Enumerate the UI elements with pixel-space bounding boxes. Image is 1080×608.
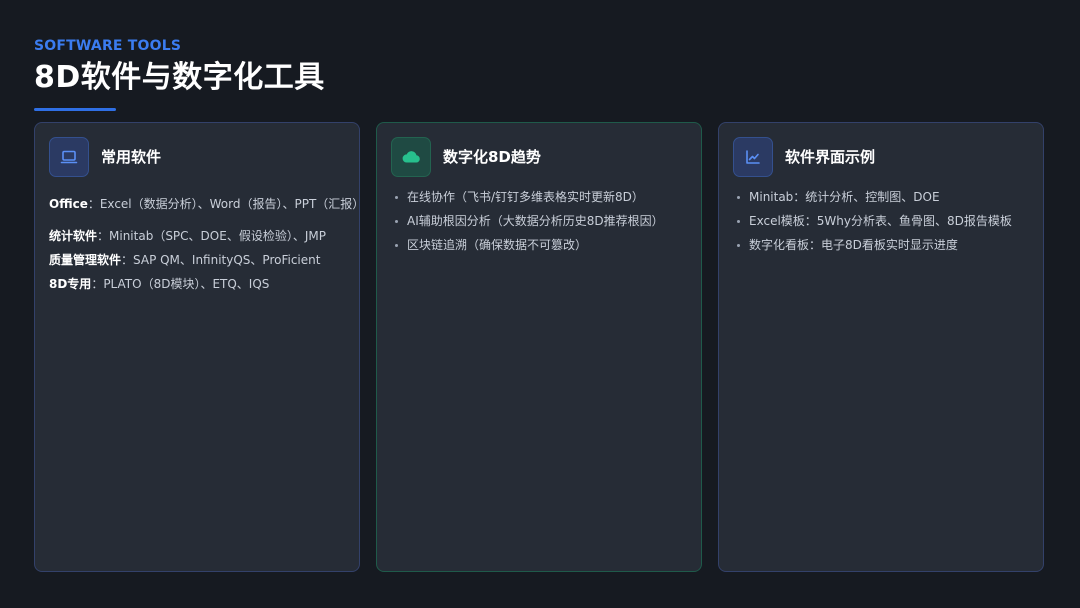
chart-line-icon [733,137,773,177]
card-body: Office：Excel（数据分析）、Word（报告）、PPT（汇报） 统计软件… [49,196,360,300]
card-digital-trends: 数字化8D趋势 在线协作（飞书/钉钉多维表格实时更新8D） AI辅助根因分析（大… [376,122,702,572]
card-common-software: 常用软件 Office：Excel（数据分析）、Word（报告）、PPT（汇报）… [34,122,360,572]
list-item: 统计软件：Minitab（SPC、DOE、假设检验）、JMP [49,229,326,243]
laptop-icon [49,137,89,177]
list-item: Minitab：统计分析、控制图、DOE [733,189,1039,205]
list-item: Excel模板：5Why分析表、鱼骨图、8D报告模板 [733,213,1039,229]
slide: SOFTWARE TOOLS 8D软件与数字化工具 常用软件 Office：Ex… [0,0,1080,608]
list-item: 8D专用：PLATO（8D模块）、ETQ、IQS [49,277,270,291]
list-item: 区块链追溯（确保数据不可篡改） [391,237,697,253]
header: SOFTWARE TOOLS 8D软件与数字化工具 [34,38,325,111]
card-header: 软件界面示例 [733,137,875,177]
list-item: 数字化看板：电子8D看板实时显示进度 [733,237,1039,253]
card-body: Minitab：统计分析、控制图、DOE Excel模板：5Why分析表、鱼骨图… [733,189,1039,261]
card-header: 数字化8D趋势 [391,137,541,177]
list-item: AI辅助根因分析（大数据分析历史8D推荐根因） [391,213,697,229]
list-item: Office：Excel（数据分析）、Word（报告）、PPT（汇报） [49,197,360,211]
title-underline [34,108,116,111]
cloud-icon [391,137,431,177]
card-body: 在线协作（飞书/钉钉多维表格实时更新8D） AI辅助根因分析（大数据分析历史8D… [391,189,697,261]
list-item: 质量管理软件：SAP QM、InfinityQS、ProFicient [49,253,321,267]
card-grid: 常用软件 Office：Excel（数据分析）、Word（报告）、PPT（汇报）… [34,122,1046,574]
card-ui-examples: 软件界面示例 Minitab：统计分析、控制图、DOE Excel模板：5Why… [718,122,1044,572]
card-title: 数字化8D趋势 [443,148,541,166]
list-item: 在线协作（飞书/钉钉多维表格实时更新8D） [391,189,697,205]
page-title: 8D软件与数字化工具 [34,60,325,95]
section-eyebrow: SOFTWARE TOOLS [34,38,182,54]
card-title: 常用软件 [101,148,162,166]
card-header: 常用软件 [49,137,161,177]
card-title: 软件界面示例 [785,148,876,166]
